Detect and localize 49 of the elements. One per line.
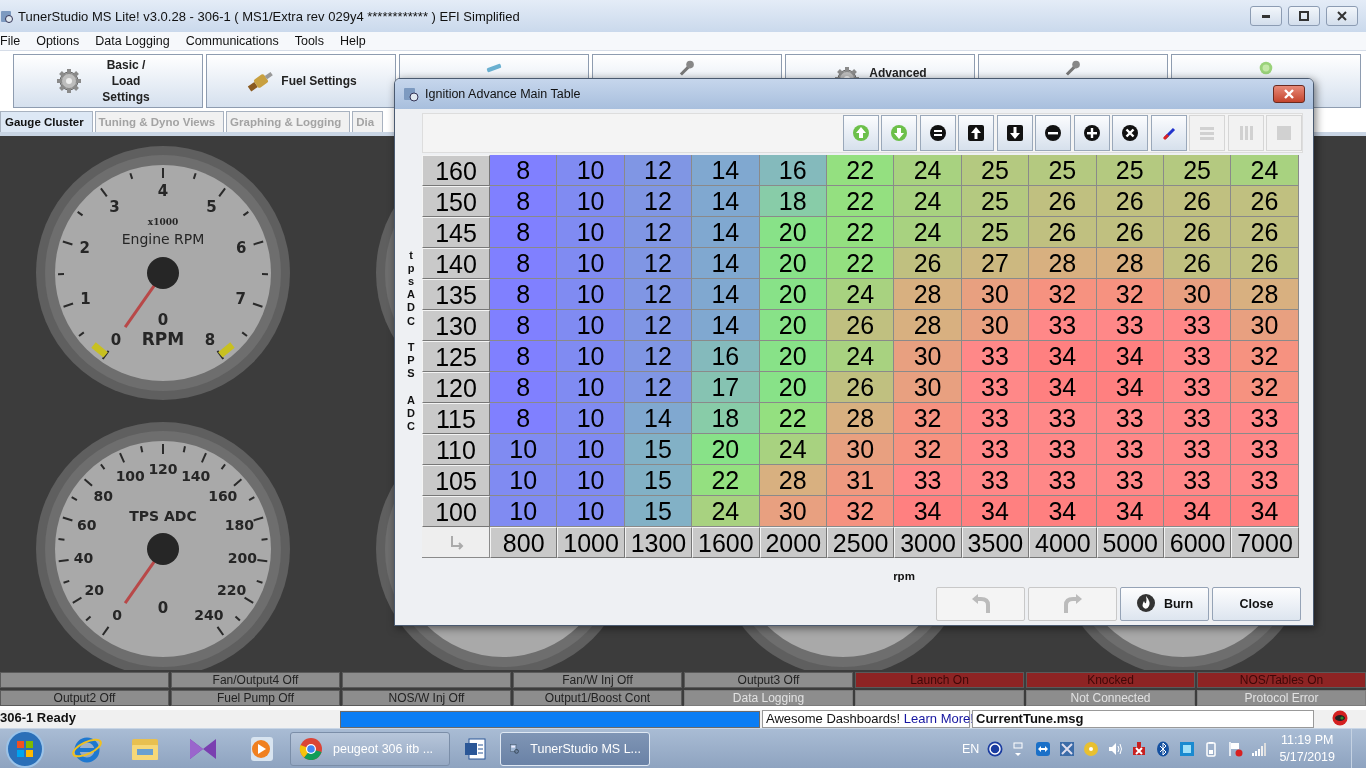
- tick-label: 100: [115, 468, 145, 484]
- indicator: NOS/W Inj Off: [342, 690, 511, 706]
- tick-label: 160: [208, 487, 238, 504]
- tick-label: 60: [76, 516, 97, 533]
- indicator: Output1/Boost Cont: [513, 690, 682, 706]
- clock-date: 5/17/2019: [1279, 748, 1335, 766]
- tune-file-name: CurrentTune.msg: [972, 710, 1314, 728]
- indicator: Fuel Pump Off: [171, 690, 340, 706]
- tick-label: 200: [227, 550, 258, 567]
- indicator: Knocked: [1026, 672, 1195, 688]
- indicator: NOS/Tables On: [1197, 672, 1366, 688]
- tick-label: 0: [110, 331, 122, 350]
- gauge-reading: 0: [157, 311, 169, 329]
- indicator: Protocol Error: [1197, 690, 1366, 706]
- tick-label: 40: [73, 550, 94, 567]
- dialog-title: Ignition Advance Main Table: [425, 87, 582, 101]
- indicator: Data Logging: [684, 690, 853, 706]
- window-title: TunerStudio MS Lite! v3.0.28 - 306-1 ( MS1/Extra rev 029y4 ************ ) EFI Simplified: [18, 8, 521, 24]
- gauge-title: TPS ADC: [129, 508, 197, 524]
- indicator: Fan/Output4 Off: [171, 672, 340, 688]
- tick-label: 120: [148, 461, 178, 477]
- gauge-reading: 0: [157, 599, 169, 617]
- indicator: Output2 Off: [0, 690, 169, 706]
- tick-label: 140: [181, 468, 211, 484]
- tick-label: 4: [157, 182, 169, 200]
- axis-label: tpsADC TPS ADC: [406, 248, 416, 434]
- indicator: Output3 Off: [684, 672, 853, 688]
- tick-label: 8: [204, 331, 216, 350]
- tick-label: 0: [112, 606, 122, 623]
- tick-label: 2: [79, 239, 90, 258]
- indicator: Launch On: [855, 672, 1024, 688]
- tick-label: 6: [236, 239, 247, 258]
- tick-label: 3: [109, 197, 120, 216]
- tick-label: 5: [206, 197, 217, 216]
- indicator: Not Connected: [1026, 690, 1195, 706]
- gauge-multiplier: x1000: [147, 217, 179, 227]
- axis-label: rpm: [893, 570, 915, 582]
- tick-label: 20: [84, 582, 105, 598]
- gauge-title: Engine RPM: [121, 231, 205, 247]
- tick-label: 180: [224, 516, 254, 533]
- indicator: Fan/W Inj Off: [513, 672, 682, 688]
- tick-label: 7: [235, 290, 246, 309]
- gauge-units: RPM: [141, 329, 185, 349]
- status-message: 306-1 Ready: [0, 710, 77, 727]
- tick-label: 1: [80, 290, 91, 309]
- tick-label: 220: [217, 582, 247, 598]
- tick-label: 240: [194, 606, 224, 623]
- clock-time: 11:19 PM: [1280, 731, 1334, 749]
- tick-label: 80: [93, 487, 113, 504]
